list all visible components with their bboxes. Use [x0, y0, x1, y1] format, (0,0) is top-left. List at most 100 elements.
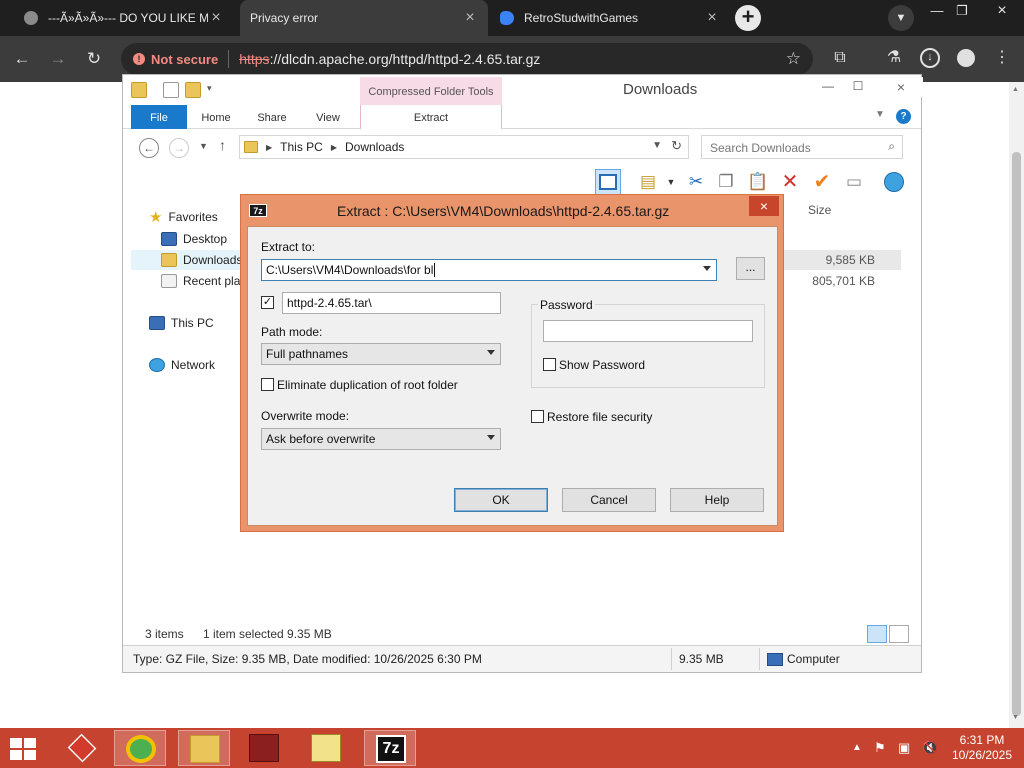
- search-placeholder: Search Downloads: [710, 141, 811, 155]
- show-password-label[interactable]: Show Password: [559, 358, 645, 372]
- tab-search-chevron-icon[interactable]: ▼: [888, 5, 914, 31]
- recent-locations-icon[interactable]: ▼: [199, 141, 208, 151]
- download-icon[interactable]: ↓: [918, 46, 942, 70]
- taskbar-7zip[interactable]: 7z: [364, 730, 416, 766]
- show-password-checkbox[interactable]: [543, 358, 556, 371]
- password-input[interactable]: [543, 320, 753, 342]
- eliminate-duplication-label[interactable]: Eliminate duplication of root folder: [277, 378, 458, 392]
- nav-desktop[interactable]: Desktop: [161, 229, 227, 249]
- reload-icon[interactable]: ↻: [82, 47, 106, 71]
- globe-icon: [24, 11, 38, 25]
- explorer-maximize-icon[interactable]: ☐: [843, 77, 873, 95]
- volume-muted-icon[interactable]: 🔇: [922, 740, 938, 756]
- nav-favorites[interactable]: ★ Favorites: [149, 207, 218, 227]
- explorer-forward-icon[interactable]: →: [169, 138, 189, 158]
- cut-scissors-icon[interactable]: ✂: [683, 169, 709, 195]
- nav-this-pc[interactable]: This PC: [149, 313, 214, 333]
- taskbar-clock[interactable]: 6:31 PM 10/26/2025: [944, 733, 1020, 763]
- up-arrow-icon[interactable]: ↑: [219, 137, 226, 153]
- preview-pane-icon[interactable]: [595, 169, 621, 195]
- properties-icon[interactable]: [163, 82, 179, 98]
- properties-window-icon[interactable]: ▭: [841, 169, 867, 195]
- tab-share[interactable]: Share: [249, 105, 295, 129]
- delete-x-icon[interactable]: ✕: [777, 169, 803, 195]
- search-downloads-input[interactable]: Search Downloads ⌕: [701, 135, 903, 159]
- breadcrumb-downloads[interactable]: Downloads: [345, 140, 404, 154]
- breadcrumb-arrow-icon[interactable]: ▶: [266, 143, 272, 152]
- scrollbar-thumb[interactable]: [1012, 152, 1021, 716]
- tab-2[interactable]: Privacy error ×: [240, 0, 488, 36]
- new-folder-icon[interactable]: [185, 82, 201, 98]
- tab-2-close-icon[interactable]: ×: [462, 9, 478, 27]
- scroll-up-icon[interactable]: ▲: [1012, 86, 1019, 93]
- extract-to-combobox[interactable]: C:\Users\VM4\Downloads\for bl: [261, 259, 717, 281]
- explorer-address-bar[interactable]: ▶ This PC ▶ Downloads ▼ ↻: [239, 135, 689, 159]
- ribbon-expand-icon[interactable]: ▼: [875, 109, 885, 120]
- windows-start-icon[interactable]: [10, 738, 36, 760]
- tab-1[interactable]: ---Ã»Ã»Ã»--- DO YOU LIKE MO ×: [14, 0, 234, 36]
- tab-1-close-icon[interactable]: ×: [208, 9, 224, 27]
- taskbar-app-1[interactable]: [56, 730, 108, 766]
- globe-icon[interactable]: [881, 169, 907, 195]
- taskbar-app-5[interactable]: [300, 730, 352, 766]
- paste-clipboard-icon[interactable]: 📋: [745, 169, 771, 195]
- profile-avatar-icon[interactable]: [954, 46, 978, 70]
- help-button[interactable]: Help: [670, 488, 764, 512]
- breadcrumb-this-pc[interactable]: This PC: [280, 140, 323, 154]
- explorer-minimize-icon[interactable]: —: [813, 77, 843, 95]
- explorer-close-icon[interactable]: ×: [879, 77, 923, 97]
- refresh-icon[interactable]: ↻: [671, 138, 682, 154]
- new-tab-plus-icon[interactable]: +: [735, 5, 761, 31]
- chevron-down-icon[interactable]: [703, 266, 711, 271]
- details-view-icon[interactable]: [867, 625, 887, 643]
- restore-security-label[interactable]: Restore file security: [547, 410, 652, 424]
- tab-3[interactable]: RetroStudwithGames ×: [490, 0, 730, 36]
- dialog-close-icon[interactable]: ×: [749, 196, 779, 216]
- explorer-back-icon[interactable]: ←: [139, 138, 159, 158]
- nav-network[interactable]: Network: [149, 355, 215, 375]
- copy-icon[interactable]: ❐: [713, 169, 739, 195]
- breadcrumb-arrow-icon[interactable]: ▶: [331, 143, 337, 152]
- taskbar-app-4[interactable]: [238, 730, 290, 766]
- status-divider: [759, 648, 760, 670]
- restore-icon[interactable]: ❐: [945, 0, 979, 22]
- rename-check-icon[interactable]: ✔: [809, 169, 835, 195]
- bookmark-star-icon[interactable]: ☆: [786, 49, 801, 69]
- action-center-flag-icon[interactable]: ⚑: [874, 740, 886, 756]
- help-icon[interactable]: ?: [896, 109, 911, 124]
- not-secure-label[interactable]: Not secure: [151, 52, 218, 67]
- nav-recent-places[interactable]: Recent plac: [161, 271, 246, 291]
- address-bar[interactable]: ! Not secure https ://dlcdn.apache.org/h…: [121, 43, 813, 75]
- path-mode-select[interactable]: Full pathnames: [261, 343, 501, 365]
- labs-flask-icon[interactable]: ⚗: [882, 46, 906, 70]
- tab-3-close-icon[interactable]: ×: [704, 9, 720, 27]
- tab-file[interactable]: File: [131, 105, 187, 129]
- tab-view[interactable]: View: [305, 105, 351, 129]
- restore-security-checkbox[interactable]: [531, 410, 544, 423]
- tab-extract[interactable]: Extract: [360, 105, 502, 129]
- ok-button[interactable]: OK: [454, 488, 548, 512]
- tray-expand-icon[interactable]: ▲: [852, 742, 862, 753]
- subfolder-checkbox[interactable]: ✓: [261, 296, 274, 309]
- browse-button[interactable]: ...: [736, 257, 765, 280]
- scroll-down-icon[interactable]: ▼: [1012, 714, 1019, 721]
- column-header-size[interactable]: Size: [808, 203, 831, 217]
- qat-dropdown-icon[interactable]: ▾: [207, 83, 212, 94]
- page-scrollbar[interactable]: ▲ ▼: [1009, 82, 1024, 728]
- taskbar-chrome[interactable]: [114, 730, 166, 766]
- back-arrow-icon[interactable]: ←: [10, 47, 34, 71]
- menu-dots-icon[interactable]: ⋮: [990, 46, 1014, 70]
- extensions-puzzle-icon[interactable]: ⧉: [828, 46, 852, 70]
- cancel-button[interactable]: Cancel: [562, 488, 656, 512]
- forward-arrow-icon[interactable]: →: [46, 47, 70, 71]
- taskbar-file-explorer[interactable]: [178, 730, 230, 766]
- tab-home[interactable]: Home: [193, 105, 239, 129]
- network-tray-icon[interactable]: ▣: [898, 740, 910, 756]
- overwrite-mode-select[interactable]: Ask before overwrite: [261, 428, 501, 450]
- eliminate-duplication-checkbox[interactable]: [261, 378, 274, 391]
- close-window-icon[interactable]: ×: [985, 0, 1019, 22]
- command-dropdown-icon[interactable]: ▼: [658, 169, 684, 195]
- address-dropdown-icon[interactable]: ▼: [652, 140, 662, 151]
- large-icons-view-icon[interactable]: [889, 625, 909, 643]
- subfolder-input[interactable]: httpd-2.4.65.tar\: [282, 292, 501, 314]
